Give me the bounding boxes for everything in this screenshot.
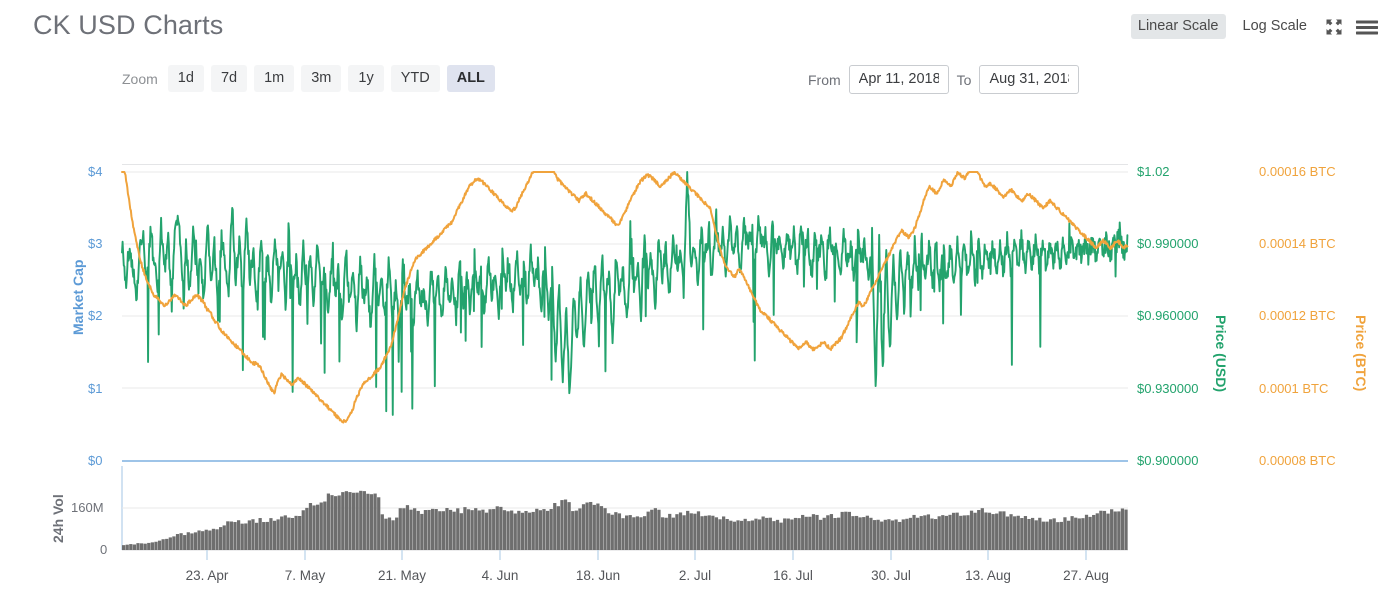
series-line-price-btc (121, 171, 1129, 424)
zoom-button-3m[interactable]: 3m (301, 65, 342, 92)
toolbar-divider (122, 164, 1128, 165)
chart-header: CK USD Charts Linear Scale Log Scale (0, 0, 1392, 56)
ytick-volume-1: 0 (100, 542, 108, 557)
xtick-6: 16. Jul (773, 568, 813, 583)
ytick-market-cap-3: $1 (88, 381, 103, 396)
xtick-3: 4. Jun (481, 568, 519, 583)
from-date-input[interactable] (848, 65, 949, 94)
series-line-price-usd (121, 171, 1129, 416)
ytick-market-cap-1: $3 (88, 236, 103, 251)
zoom-button-all[interactable]: ALL (446, 65, 495, 92)
zoom-button-7d[interactable]: 7d (210, 65, 248, 92)
page-title: CK USD Charts (33, 10, 224, 40)
axis-title-price-btc: Price (BTC) (1353, 315, 1369, 392)
to-label: To (956, 71, 972, 88)
chart-toolbar: Zoom 1d 7d 1m 3m 1y YTD ALL From To (0, 56, 1392, 165)
axis-title-24h-vol: 24h Vol (50, 494, 66, 543)
zoom-button-1y[interactable]: 1y (348, 65, 384, 92)
xtick-4: 18. Jun (575, 568, 621, 583)
ytick-market-cap-4: $0 (88, 453, 103, 468)
scale-controls: Linear Scale Log Scale (1130, 14, 1380, 39)
xtick-8: 13. Aug (965, 568, 1011, 583)
ytick-price-usd-3: $0.930000 (1137, 381, 1199, 396)
axis-title-market-cap: Market Cap (70, 259, 86, 335)
xtick-9: 27. Aug (1063, 568, 1109, 583)
ytick-price-btc-2: 0.00012 BTC (1259, 308, 1336, 323)
ytick-price-btc-4: 0.00008 BTC (1259, 453, 1336, 468)
ytick-price-usd-4: $0.900000 (1137, 453, 1199, 468)
ytick-volume-0: 160M (71, 500, 104, 515)
ytick-price-btc-0: 0.00016 BTC (1259, 164, 1336, 179)
log-scale-button[interactable]: Log Scale (1236, 14, 1315, 39)
xtick-1: 7. May (284, 568, 326, 583)
xtick-2: 21. May (377, 568, 427, 583)
xtick-0: 23. Apr (185, 568, 229, 583)
from-label: From (808, 71, 841, 88)
zoom-range-group: Zoom 1d 7d 1m 3m 1y YTD ALL (122, 65, 495, 92)
hamburger-menu-icon[interactable] (1354, 17, 1380, 37)
to-date-input[interactable] (979, 65, 1080, 94)
ytick-market-cap-2: $2 (88, 308, 103, 323)
linear-scale-button[interactable]: Linear Scale (1130, 14, 1226, 39)
zoom-button-ytd[interactable]: YTD (390, 65, 440, 92)
ytick-market-cap-0: $4 (88, 164, 103, 179)
axis-title-price-usd: Price (USD) (1213, 315, 1229, 393)
ytick-price-usd-2: $0.960000 (1137, 308, 1199, 323)
ytick-price-usd-0: $1.02 (1137, 164, 1170, 179)
xtick-5: 2. Jul (678, 568, 712, 583)
zoom-button-1d[interactable]: 1d (167, 65, 204, 92)
volume-bars (122, 490, 1128, 550)
zoom-label: Zoom (122, 70, 158, 87)
ytick-price-btc-1: 0.00014 BTC (1259, 236, 1336, 251)
expand-arrows-icon[interactable] (1324, 17, 1344, 37)
ytick-price-usd-1: $0.990000 (1137, 236, 1199, 251)
xtick-7: 30. Jul (871, 568, 911, 583)
zoom-button-1m[interactable]: 1m (254, 65, 295, 92)
ytick-price-btc-3: 0.0001 BTC (1259, 381, 1329, 396)
date-range-group: From To (808, 65, 1080, 94)
